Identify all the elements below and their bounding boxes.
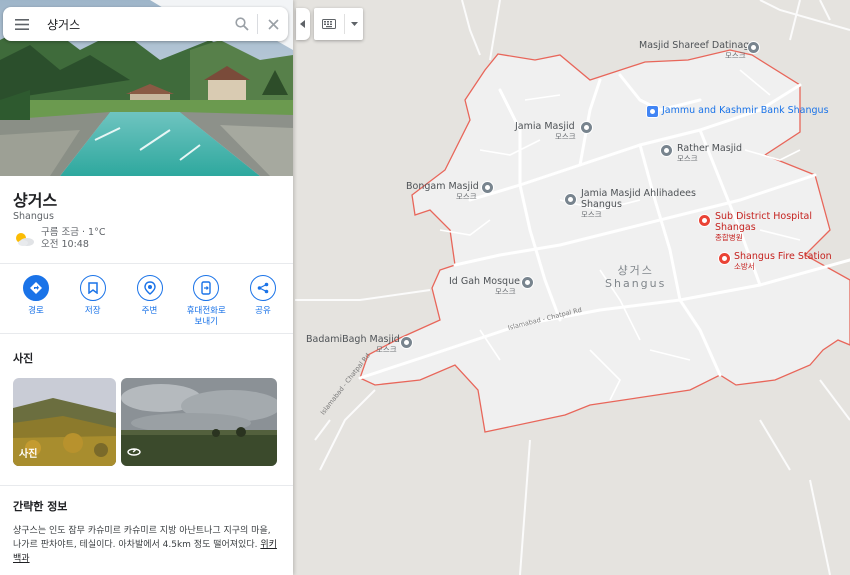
bookmark-icon	[79, 275, 106, 301]
search-box[interactable]: 샹거스	[3, 7, 288, 41]
photo-tile-2[interactable]	[121, 378, 277, 466]
chevron-down-icon[interactable]	[345, 22, 363, 26]
panorama-icon	[127, 447, 141, 460]
photos-heading: 사진	[13, 352, 34, 365]
poi-sub-district-hospital[interactable]: Sub District Hospital Shangas 종합병원	[698, 211, 818, 242]
directions-icon	[23, 275, 49, 301]
about-heading: 간략한 정보	[13, 500, 68, 513]
poi-rather-masjid[interactable]: Rather Masjid 모스크	[660, 143, 742, 163]
mosque-pin-icon	[660, 144, 673, 157]
partly-cloudy-icon	[16, 233, 34, 246]
share-icon	[250, 275, 276, 301]
photo-tile-1[interactable]: 사진	[13, 378, 116, 466]
mosque-pin-icon	[564, 193, 577, 206]
input-tools-button[interactable]	[314, 8, 363, 40]
nearby-label: 주변	[141, 306, 158, 316]
about-text: 샹구스는 인도 잠무 카슈미르 카슈미르 지방 아난트나그 지구의 마을, 나가…	[13, 526, 271, 550]
poi-badamibagh-masjid[interactable]: BadamiBagh Masjid 모스크	[306, 334, 413, 354]
close-icon[interactable]	[258, 18, 288, 30]
share-button[interactable]: 공유	[239, 275, 287, 328]
photo-caption: 사진	[19, 449, 38, 460]
directions-label: 경로	[28, 306, 44, 316]
weather-line-1: 구름 조금 · 1°C	[41, 227, 106, 238]
mosque-pin-icon	[400, 336, 413, 349]
send-to-phone-label: 휴대전화로 보내기	[186, 306, 226, 327]
send-to-phone-button[interactable]: 휴대전화로 보내기	[182, 275, 230, 328]
town-label-ko: 샹거스	[617, 264, 654, 277]
poi-masjid-shareef-datinag[interactable]: Masjid Shareef Datinag 모스크	[639, 40, 760, 60]
poi-jk-bank[interactable]: Jammu and Kashmir Bank Shangus	[646, 105, 829, 118]
mosque-pin-icon	[580, 121, 593, 134]
menu-icon[interactable]	[3, 18, 41, 30]
search-input[interactable]: 샹거스	[41, 16, 227, 33]
town-label: 샹거스 Shangus	[605, 264, 666, 290]
poi-id-gah-mosque[interactable]: Id Gah Mosque 모스크	[449, 276, 534, 296]
divider	[0, 485, 293, 486]
share-label: 공유	[255, 306, 271, 316]
photo-cloudy-meadow	[121, 378, 277, 466]
save-button[interactable]: 저장	[69, 275, 117, 328]
fire-station-pin-icon	[718, 252, 731, 265]
search-icon[interactable]	[227, 17, 257, 31]
divider	[0, 333, 293, 334]
bank-pin-icon	[646, 105, 659, 118]
weather-line-2: 오전 10:48	[41, 239, 89, 250]
mosque-pin-icon	[521, 276, 534, 289]
nearby-icon	[136, 275, 163, 301]
poi-jamia-masjid[interactable]: Jamia Masjid 모스크	[515, 121, 593, 141]
divider	[0, 263, 293, 264]
place-subtitle: Shangus	[13, 211, 54, 222]
keyboard-icon	[314, 19, 344, 29]
town-label-en: Shangus	[605, 277, 667, 290]
mosque-pin-icon	[481, 181, 494, 194]
weather-info: 구름 조금 · 1°C 오전 10:48	[13, 227, 105, 251]
action-bar: 경로 저장 주변 휴대전화로 보내기 공유	[12, 275, 287, 328]
collapse-panel-button[interactable]	[296, 8, 310, 40]
save-label: 저장	[84, 306, 101, 316]
about-description: 샹구스는 인도 잠무 카슈미르 카슈미르 지방 아난트나그 지구의 마을, 나가…	[13, 524, 281, 566]
directions-button[interactable]: 경로	[12, 275, 60, 328]
poi-fire-station[interactable]: Shangus Fire Station 소방서	[718, 251, 832, 271]
mosque-pin-icon	[747, 41, 760, 54]
hospital-pin-icon	[698, 214, 711, 227]
place-title: 샹거스	[13, 191, 58, 210]
nearby-button[interactable]: 주변	[126, 275, 174, 328]
caret-left-icon	[300, 20, 305, 28]
poi-bongam-masjid[interactable]: Bongam Masjid 모스크	[406, 181, 494, 201]
place-panel: 샹거스 샹거스 Shangus 구름 조금 · 1°C 오전 10:48 경로	[0, 0, 293, 575]
phone-icon	[193, 275, 220, 301]
poi-jamia-masjid-ahlihadees[interactable]: Jamia Masjid Ahlihadees Shangus 모스크	[564, 188, 704, 219]
